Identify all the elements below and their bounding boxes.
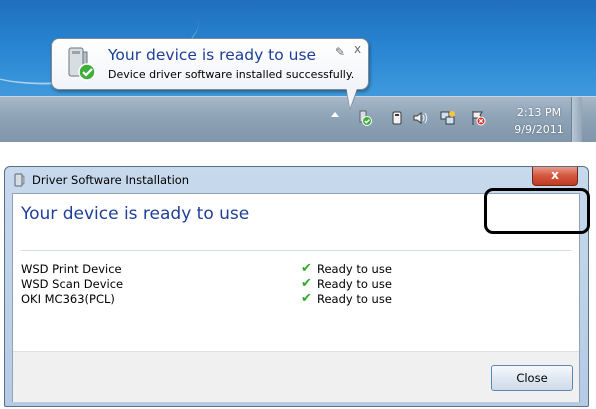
- device-installed-icon: [68, 47, 96, 81]
- volume-icon[interactable]: [412, 110, 428, 126]
- device-status-text: Ready to use: [317, 262, 392, 276]
- taskbar-clock[interactable]: 2:13 PM 9/9/2011: [509, 104, 569, 138]
- device-status: ✔ Ready to use: [301, 261, 392, 276]
- notification-balloon[interactable]: Your device is ready to use Device drive…: [51, 38, 369, 90]
- network-icon[interactable]: [440, 110, 456, 126]
- dialog-title: Driver Software Installation: [32, 173, 190, 187]
- device-icon: [14, 173, 25, 187]
- balloon-close-icon[interactable]: x: [354, 42, 361, 56]
- check-icon: ✔: [301, 291, 312, 306]
- close-button[interactable]: Close: [491, 365, 573, 391]
- show-desktop-button[interactable]: [571, 97, 582, 142]
- removable-device-icon[interactable]: [389, 110, 405, 126]
- check-icon: ✔: [301, 261, 312, 276]
- divider: [21, 250, 571, 251]
- device-name: OKI MC363(PCL): [21, 292, 115, 306]
- device-name: WSD Scan Device: [21, 277, 124, 291]
- taskbar: [0, 96, 596, 142]
- dialog-heading: Your device is ready to use: [21, 204, 250, 224]
- device-name: WSD Print Device: [21, 262, 122, 276]
- window-close-button[interactable]: x: [532, 167, 578, 186]
- close-button-highlight: [484, 188, 590, 234]
- dialog-footer: Close: [13, 351, 579, 402]
- balloon-tail: [346, 86, 358, 108]
- device-status: ✔ Ready to use: [301, 276, 392, 291]
- device-installed-tray-icon[interactable]: [357, 110, 373, 126]
- clock-time: 2:13 PM: [516, 106, 562, 119]
- clock-date: 9/9/2011: [514, 123, 564, 136]
- show-hidden-arrow-icon[interactable]: [331, 112, 339, 117]
- balloon-title: Your device is ready to use: [108, 46, 317, 64]
- action-center-icon[interactable]: [470, 110, 486, 126]
- balloon-options-icon[interactable]: ✎: [335, 45, 345, 59]
- device-status-text: Ready to use: [317, 277, 392, 291]
- device-status-text: Ready to use: [317, 292, 392, 306]
- device-status: ✔ Ready to use: [301, 291, 392, 306]
- check-icon: ✔: [301, 276, 312, 291]
- balloon-message: Device driver software installed success…: [108, 68, 355, 81]
